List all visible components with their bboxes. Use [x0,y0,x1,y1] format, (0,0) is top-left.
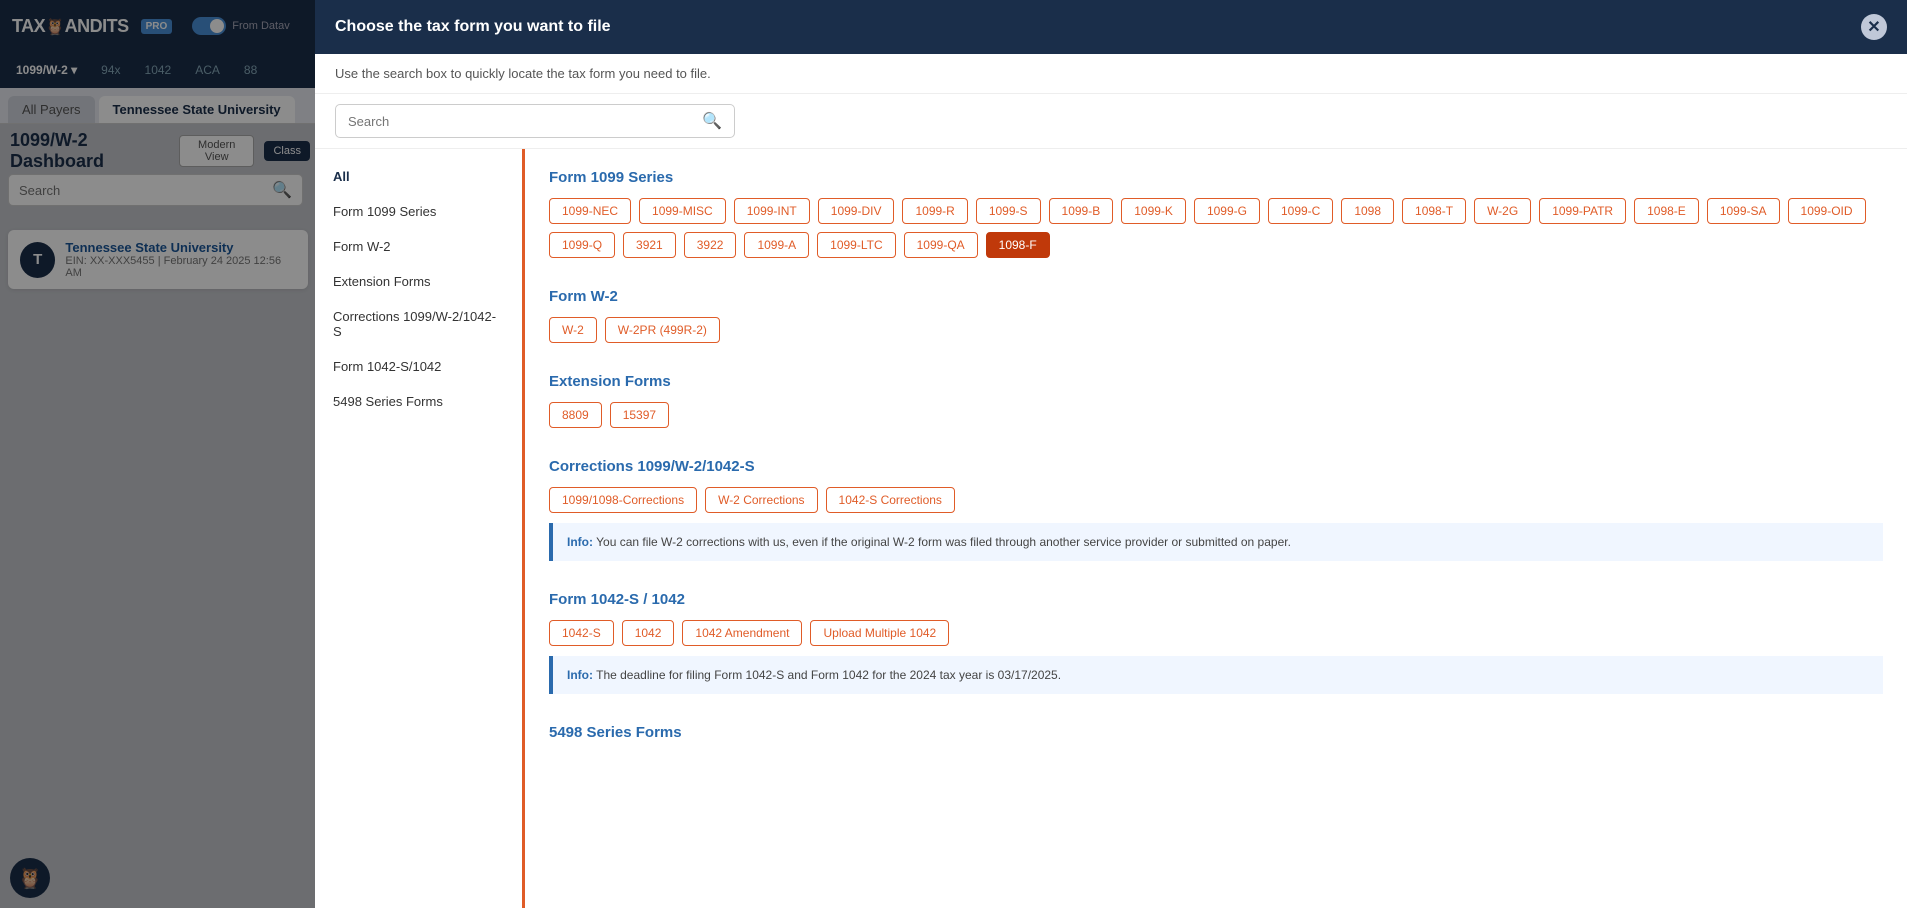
tag-1099-nec[interactable]: 1099-NEC [549,198,631,224]
section-5498: 5498 Series Forms [549,724,1883,753]
1042-info-box: Info: The deadline for filing Form 1042-… [549,656,1883,694]
tag-1099-corrections[interactable]: 1099/1098-Corrections [549,487,697,513]
tag-1099-misc[interactable]: 1099-MISC [639,198,726,224]
tag-3922[interactable]: 3922 [684,232,737,258]
corrections-info-box: Info: You can file W-2 corrections with … [549,523,1883,561]
form-tags-1042: 1042-S 1042 1042 Amendment Upload Multip… [549,620,1883,646]
tag-w2[interactable]: W-2 [549,317,597,343]
close-button[interactable]: ✕ [1861,14,1887,40]
tag-15397[interactable]: 15397 [610,402,669,428]
tag-1099-int[interactable]: 1099-INT [734,198,810,224]
form-tags-w2: W-2 W-2PR (499R-2) [549,317,1883,343]
tag-1099-patr[interactable]: 1099-PATR [1539,198,1626,224]
modal-body: All Form 1099 Series Form W-2 Extension … [315,149,1907,908]
section-title-5498: 5498 Series Forms [549,724,1883,741]
tag-1098-f[interactable]: 1098-F [986,232,1050,258]
info-label-1042: Info: [567,668,593,682]
section-title-w2: Form W-2 [549,288,1883,305]
section-1042: Form 1042-S / 1042 1042-S 1042 1042 Amen… [549,591,1883,694]
tag-8809[interactable]: 8809 [549,402,602,428]
section-title-1042: Form 1042-S / 1042 [549,591,1883,608]
tag-1042-s[interactable]: 1042-S [549,620,614,646]
tag-upload-multiple-1042[interactable]: Upload Multiple 1042 [810,620,949,646]
sidebar-item-extension[interactable]: Extension Forms [315,264,522,299]
tag-3921[interactable]: 3921 [623,232,676,258]
sidebar-item-1042[interactable]: Form 1042-S/1042 [315,349,522,384]
tag-1098-t[interactable]: 1098-T [1402,198,1466,224]
sidebar-item-5498[interactable]: 5498 Series Forms [315,384,522,419]
tag-1098-e[interactable]: 1098-E [1634,198,1699,224]
modal-header: Choose the tax form you want to file ✕ [315,0,1907,54]
tag-1099-b[interactable]: 1099-B [1049,198,1114,224]
section-title-corrections: Corrections 1099/W-2/1042-S [549,458,1883,475]
sidebar-item-1099[interactable]: Form 1099 Series [315,194,522,229]
tag-w2-corrections[interactable]: W-2 Corrections [705,487,817,513]
modal-subtitle: Use the search box to quickly locate the… [315,54,1907,94]
tag-1042[interactable]: 1042 [622,620,675,646]
tag-1099-sa[interactable]: 1099-SA [1707,198,1780,224]
section-title-extension: Extension Forms [549,373,1883,390]
form-content-area: Form 1099 Series 1099-NEC 1099-MISC 1099… [525,149,1907,908]
tag-1099-s[interactable]: 1099-S [976,198,1041,224]
tag-1098[interactable]: 1098 [1341,198,1394,224]
section-title-1099: Form 1099 Series [549,169,1883,186]
sidebar-item-w2[interactable]: Form W-2 [315,229,522,264]
info-label: Info: [567,535,593,549]
modal-title: Choose the tax form you want to file [335,18,611,36]
tag-1099-k[interactable]: 1099-K [1121,198,1186,224]
tag-1099-q[interactable]: 1099-Q [549,232,615,258]
tag-1099-g[interactable]: 1099-G [1194,198,1260,224]
tag-1099-a[interactable]: 1099-A [744,232,809,258]
form-select-modal: Choose the tax form you want to file ✕ U… [315,0,1907,908]
modal-search-input[interactable] [348,114,702,129]
section-1099: Form 1099 Series 1099-NEC 1099-MISC 1099… [549,169,1883,258]
tag-w2pr[interactable]: W-2PR (499R-2) [605,317,720,343]
tag-1099-ltc[interactable]: 1099-LTC [817,232,895,258]
form-tags-corrections: 1099/1098-Corrections W-2 Corrections 10… [549,487,1883,513]
sidebar-item-all[interactable]: All [315,159,522,194]
tag-1099-c[interactable]: 1099-C [1268,198,1333,224]
sidebar-item-corrections[interactable]: Corrections 1099/W-2/1042-S [315,299,522,349]
tag-1042-amendment[interactable]: 1042 Amendment [682,620,802,646]
tag-w2g[interactable]: W-2G [1474,198,1531,224]
form-category-sidebar: All Form 1099 Series Form W-2 Extension … [315,149,525,908]
form-tags-extension: 8809 15397 [549,402,1883,428]
tag-1042s-corrections[interactable]: 1042-S Corrections [826,487,955,513]
form-tags-1099: 1099-NEC 1099-MISC 1099-INT 1099-DIV 109… [549,198,1883,258]
modal-overlay: Choose the tax form you want to file ✕ U… [0,0,1907,908]
section-corrections: Corrections 1099/W-2/1042-S 1099/1098-Co… [549,458,1883,561]
modal-search-icon: 🔍 [702,111,722,131]
tag-1099-div[interactable]: 1099-DIV [818,198,895,224]
section-w2: Form W-2 W-2 W-2PR (499R-2) [549,288,1883,343]
tag-1099-qa[interactable]: 1099-QA [904,232,978,258]
tag-1099-oid[interactable]: 1099-OID [1788,198,1866,224]
tag-1099-r[interactable]: 1099-R [902,198,967,224]
section-extension: Extension Forms 8809 15397 [549,373,1883,428]
